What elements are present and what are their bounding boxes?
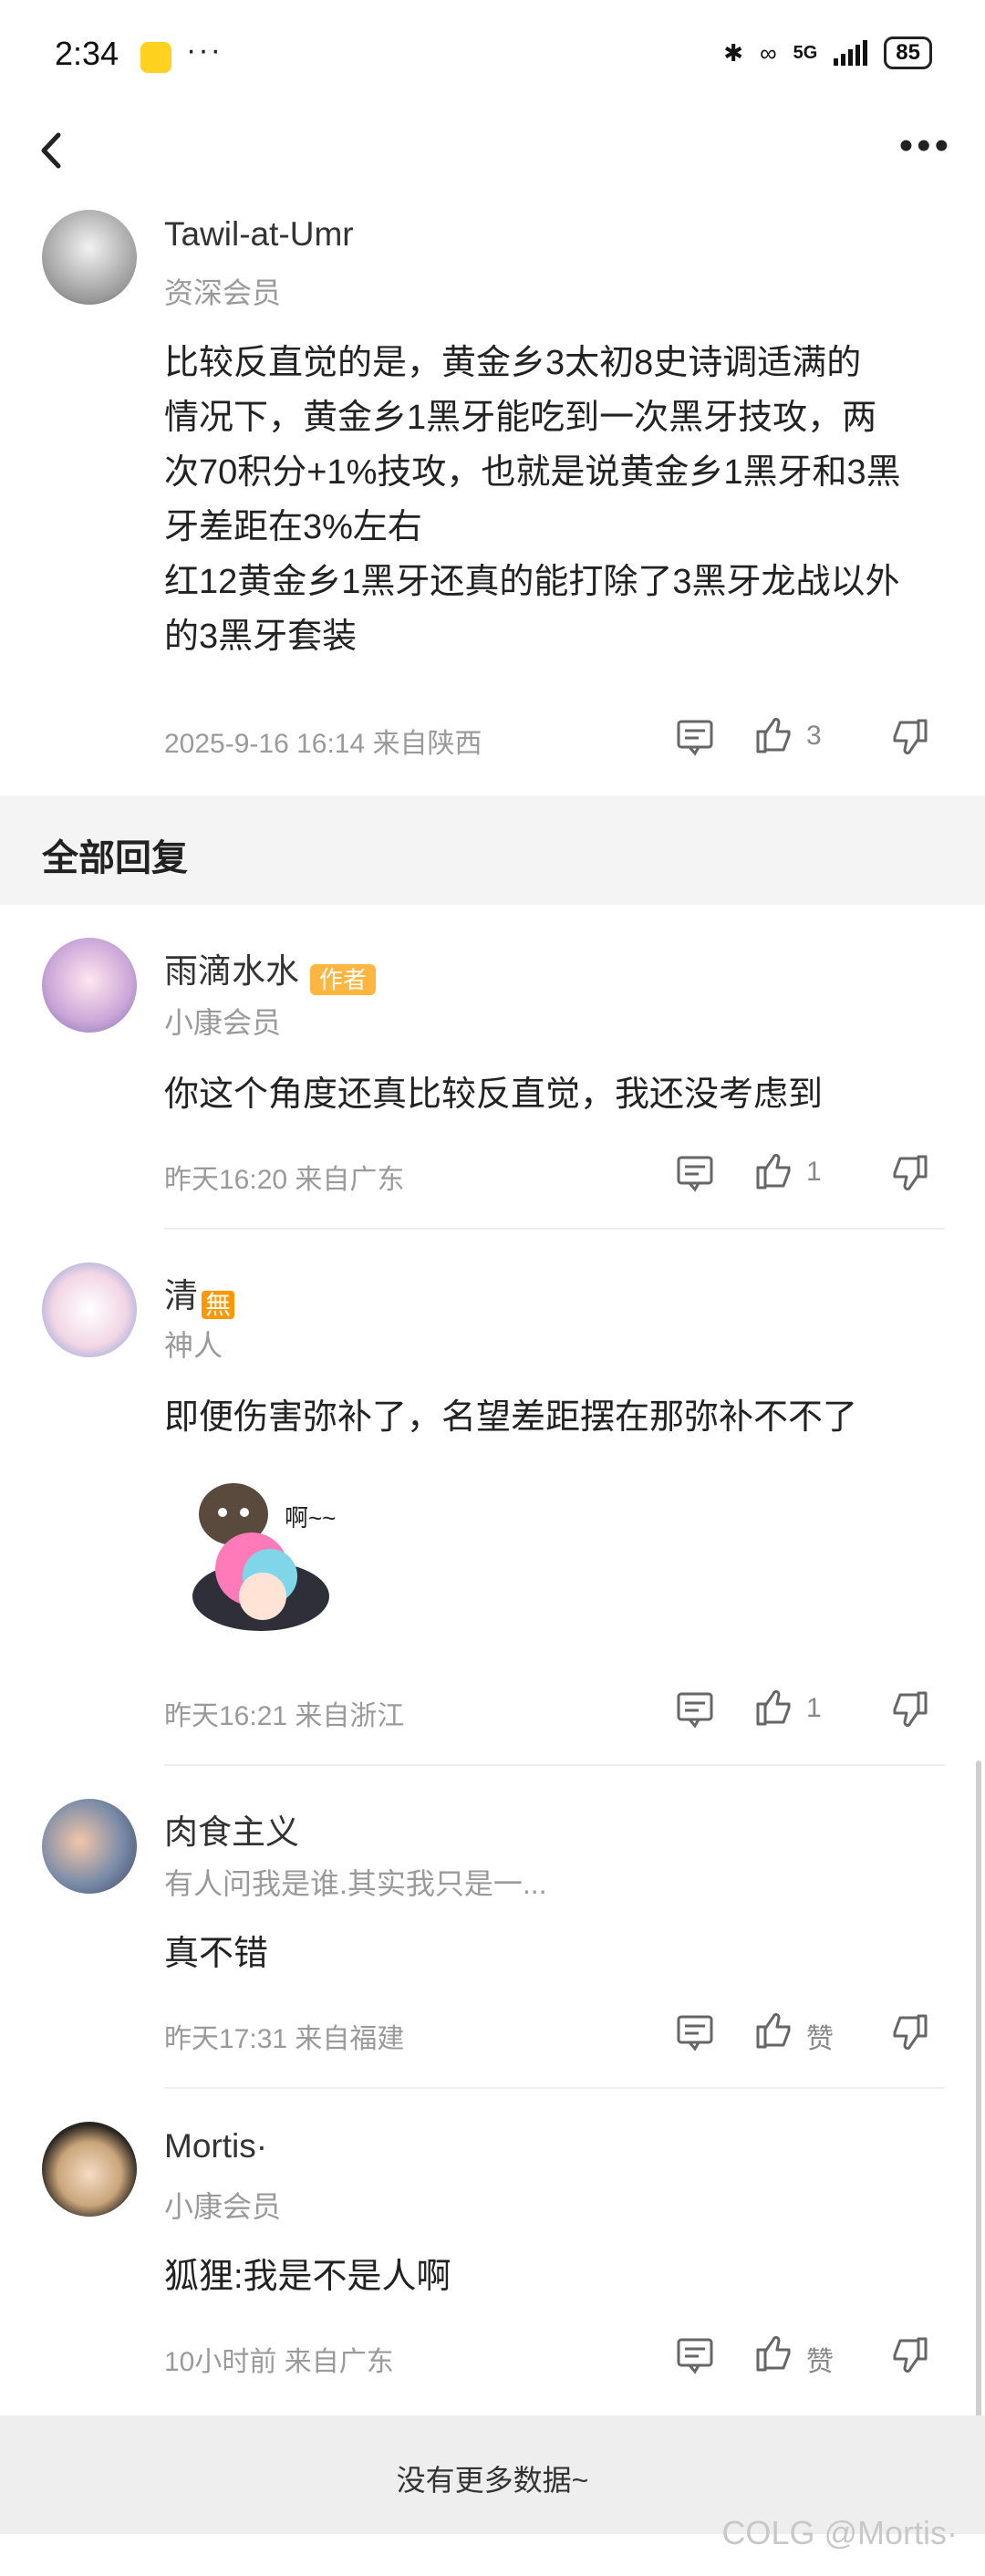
reply-meta: 10小时前 来自广东 — [164, 2347, 394, 2377]
bluetooth-icon: ✱ — [723, 38, 744, 67]
status-more-dots: ··· — [186, 33, 223, 68]
reply-author-level: 小康会员 — [164, 1006, 282, 1039]
divider — [164, 1764, 945, 1766]
avatar[interactable] — [42, 1799, 137, 1894]
divider — [164, 2087, 945, 2089]
more-options-icon[interactable]: ••• — [899, 126, 952, 166]
like-count: 3 — [806, 721, 822, 751]
comment-icon[interactable] — [675, 2335, 715, 2375]
post-author-name[interactable]: Tawil-at-Umr — [164, 215, 354, 254]
divider — [164, 1228, 945, 1230]
avatar[interactable] — [42, 2122, 137, 2217]
reply-header: 雨滴水水 作者 — [164, 943, 377, 996]
network-label: 5G — [793, 42, 818, 63]
sticker-image[interactable]: 啊~~ — [179, 1459, 361, 1642]
thumb-up-icon[interactable] — [753, 1688, 793, 1728]
avatar[interactable] — [42, 210, 137, 305]
reply-author-name[interactable]: Mortis· — [164, 2127, 267, 2166]
link-icon: ∞ — [760, 38, 777, 67]
post-content: 比较反直觉的是，黄金乡3太初8史诗调适满的 情况下，黄金乡1黑牙能吃到一次黑牙技… — [164, 336, 949, 664]
post-line: 的3黑牙套装 — [164, 618, 358, 656]
comment-icon[interactable] — [675, 1689, 715, 1729]
post-line: 红12黄金乡1黑牙还真的能打除了3黑牙龙战以外 — [164, 563, 900, 601]
thumb-up-icon[interactable] — [753, 2333, 793, 2373]
post-author-level: 资深会员 — [164, 276, 282, 309]
thumb-down-icon[interactable] — [890, 2335, 930, 2375]
scrollbar[interactable] — [976, 1761, 981, 2417]
reply-content: 狐狸:我是不是人啊 — [164, 2258, 451, 2296]
title-badge: 無 — [202, 1290, 235, 1319]
post-line: 比较反直觉的是，黄金乡3太初8史诗调适满的 — [164, 344, 862, 382]
like-label: 赞 — [806, 2347, 834, 2377]
reply-author-name[interactable]: 肉食主义 — [164, 1804, 299, 1854]
sticker-graphic — [192, 1483, 329, 1631]
thumb-down-icon[interactable] — [890, 2012, 930, 2052]
section-title: 全部回复 — [42, 838, 188, 878]
thumb-down-icon[interactable] — [890, 1153, 930, 1193]
post-line: 次70积分+1%技攻，也就是说黄金乡1黑牙和3黑 — [164, 453, 901, 492]
comment-icon[interactable] — [675, 2012, 715, 2052]
thumb-up-icon[interactable] — [753, 715, 793, 755]
watermark: COLG @Mortis· — [721, 2514, 958, 2551]
avatar[interactable] — [42, 938, 137, 1033]
reply-meta: 昨天17:31 来自福建 — [164, 2024, 405, 2054]
status-time: 2:34 — [55, 35, 119, 72]
like-count: 1 — [806, 1693, 822, 1723]
reply-content: 真不错 — [164, 1935, 269, 1973]
thumb-up-icon[interactable] — [753, 2010, 793, 2051]
reply-author-level: 神人 — [164, 1329, 223, 1362]
signal-icon — [834, 40, 868, 66]
post-line: 牙差距在3%左右 — [164, 508, 422, 546]
comment-icon[interactable] — [675, 717, 715, 757]
reply-content: 即便伤害弥补了，名望差距摆在那弥补不不了 — [164, 1398, 858, 1437]
post-meta: 2025-9-16 16:14 来自陕西 — [164, 729, 482, 759]
reply-meta: 昨天16:20 来自广东 — [164, 1165, 405, 1195]
reply-author-name[interactable]: 清 — [164, 1277, 198, 1314]
reply-content: 你这个角度还真比较反直觉，我还没考虑到 — [164, 1075, 824, 1114]
back-icon[interactable] — [33, 128, 69, 173]
reply-author-level: 小康会员 — [164, 2190, 282, 2223]
reply-header: 清無 — [164, 1268, 235, 1322]
status-indicators: ✱ ∞ 5G 85 — [723, 36, 932, 69]
battery-indicator: 85 — [884, 36, 932, 69]
sticker-text: 啊~~ — [285, 1504, 337, 1532]
app-notification-icon — [140, 42, 171, 73]
author-badge: 作者 — [310, 964, 377, 996]
post-line: 情况下，黄金乡1黑牙能吃到一次黑牙技攻，两 — [164, 399, 877, 437]
thumb-down-icon[interactable] — [890, 1689, 930, 1729]
like-count: 1 — [806, 1157, 822, 1187]
like-label: 赞 — [806, 2024, 834, 2054]
comment-icon[interactable] — [675, 1153, 715, 1193]
no-more-data-label: 没有更多数据~ — [396, 2464, 589, 2497]
reply-author-signature: 有人问我是谁.其实我只是一... — [164, 1867, 547, 1900]
reply-author-name[interactable]: 雨滴水水 — [164, 952, 299, 990]
thumb-up-icon[interactable] — [753, 1151, 793, 1191]
reply-meta: 昨天16:21 来自浙江 — [164, 1701, 405, 1731]
avatar[interactable] — [42, 1262, 137, 1357]
thumb-down-icon[interactable] — [890, 717, 930, 757]
